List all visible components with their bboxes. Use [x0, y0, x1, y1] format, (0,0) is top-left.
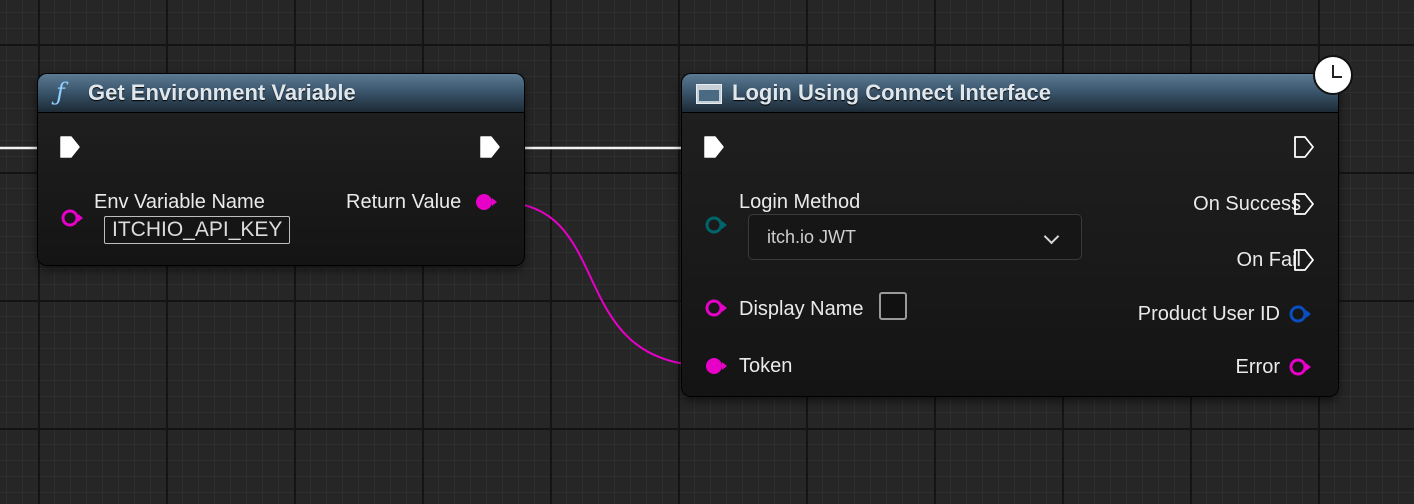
login-using-connect-interface-node[interactable]: Login Using Connect Interface Login Meth… — [682, 74, 1338, 396]
token-label: Token — [739, 355, 793, 377]
get-environment-variable-node[interactable]: ƒ Get Environment Variable Env Variable … — [38, 74, 524, 265]
error-pin[interactable] — [1288, 357, 1312, 377]
string-wire-return-to-token — [497, 201, 713, 367]
env-variable-name-label: Env Variable Name — [94, 191, 265, 213]
clock-icon — [1313, 55, 1353, 95]
on-success-exec-pin[interactable] — [1294, 193, 1314, 215]
node-header[interactable]: ƒ Get Environment Variable — [38, 74, 524, 113]
env-variable-name-input[interactable]: ITCHIO_API_KEY — [104, 216, 291, 244]
exec-input-pin[interactable] — [60, 136, 80, 158]
node-title: Get Environment Variable — [88, 80, 356, 105]
env-variable-name-pin[interactable] — [60, 208, 84, 228]
login-method-selected-value: itch.io JWT — [767, 227, 857, 247]
exec-input-pin[interactable] — [704, 136, 724, 158]
function-icon: ƒ — [56, 78, 65, 106]
return-value-pin[interactable] — [474, 192, 498, 212]
product-user-id-label: Product User ID — [1137, 303, 1280, 325]
on-fail-exec-pin[interactable] — [1294, 249, 1314, 271]
error-label: Error — [1235, 356, 1280, 378]
widget-icon — [696, 84, 722, 104]
login-method-pin[interactable] — [704, 215, 728, 235]
on-fail-label: On Fail — [1236, 249, 1301, 271]
exec-output-pin[interactable] — [1294, 136, 1314, 158]
token-pin[interactable] — [704, 356, 728, 376]
display-name-pin[interactable] — [704, 298, 728, 318]
exec-output-pin[interactable] — [480, 136, 500, 158]
login-method-label: Login Method — [739, 191, 861, 213]
display-name-label: Display Name — [739, 298, 864, 320]
display-name-checkbox[interactable] — [879, 292, 907, 320]
node-header[interactable]: Login Using Connect Interface — [682, 74, 1338, 113]
product-user-id-pin[interactable] — [1288, 304, 1312, 324]
node-title: Login Using Connect Interface — [732, 80, 1052, 105]
login-method-dropdown[interactable]: itch.io JWT — [748, 214, 1082, 260]
return-value-label: Return Value — [346, 191, 462, 213]
on-success-label: On Success — [1193, 193, 1301, 215]
chevron-down-icon — [1043, 228, 1060, 245]
